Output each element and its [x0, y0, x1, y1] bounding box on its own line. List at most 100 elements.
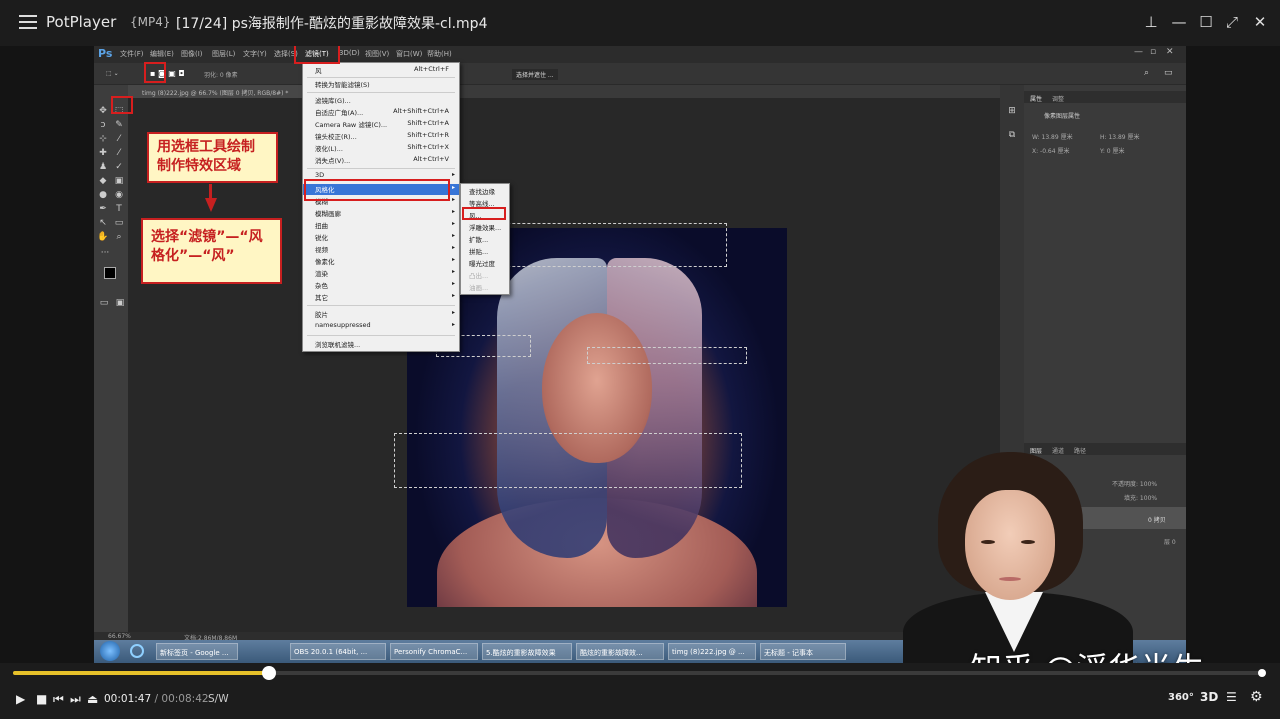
foreground-color-swatch[interactable] [104, 267, 116, 279]
filter-menu-item[interactable]: Camera Raw 滤镜(C)... Shift+Ctrl+A [303, 119, 459, 130]
history-panel-icon[interactable]: ⊞ [1006, 105, 1018, 117]
prop-height[interactable]: H: 13.89 厘米 [1100, 132, 1140, 141]
ps-menu-3d[interactable]: 3D(D) [339, 49, 360, 57]
taskbar-item[interactable]: OBS 20.0.1 (64bit, ... [290, 643, 386, 660]
hamburger-menu-icon[interactable] [19, 15, 37, 29]
filter-menu-item[interactable]: 消失点(V)... Alt+Ctrl+V [303, 155, 459, 166]
tab-properties[interactable]: 属性 [1030, 94, 1042, 103]
filter-menu-item[interactable]: 模糊画廊 ▸ [303, 208, 459, 219]
marquee-tool-icon[interactable]: ⬚ ⌄ [106, 70, 119, 77]
stylize-submenu-item[interactable]: 浮雕效果... [461, 222, 509, 233]
stylize-submenu-item[interactable]: 油画... [461, 282, 509, 293]
filter-menu-item[interactable]: 风 Alt+Ctrl+F [303, 65, 459, 76]
ps-menu-window[interactable]: 窗口(W) [396, 49, 422, 59]
minimize-icon[interactable]: — [1169, 12, 1189, 32]
prop-x[interactable]: X: -0.64 厘米 [1032, 146, 1069, 155]
pin-icon[interactable]: ⊥ [1141, 12, 1161, 32]
more-tools-icon[interactable]: ··· [99, 247, 111, 259]
filter-menu-item[interactable]: 滤镜库(G)... [303, 95, 459, 106]
filter-menu-item[interactable]: namesuppressed ▸ [303, 321, 459, 332]
seek-thumb[interactable] [262, 666, 277, 680]
filter-menu-item[interactable]: 像素化 ▸ [303, 256, 459, 267]
close-icon[interactable]: ✕ [1250, 12, 1270, 32]
filter-menu-item[interactable]: 镜头校正(R)... Shift+Ctrl+R [303, 131, 459, 142]
blur-tool-icon[interactable]: ● [97, 189, 109, 201]
prop-y[interactable]: Y: 0 厘米 [1100, 146, 1125, 155]
pen-tool-icon[interactable]: ✒ [97, 203, 109, 215]
taskbar-item[interactable]: 酷炫的重影故障效... [576, 643, 664, 660]
zoom-tool-icon[interactable]: ⌕ [113, 231, 125, 243]
filter-menu-item[interactable]: 自适应广角(A)... Alt+Shift+Ctrl+A [303, 107, 459, 118]
ps-minimize-icon[interactable]: — [1134, 47, 1143, 57]
quick-select-tool-icon[interactable]: ✎ [113, 119, 125, 131]
tab-adjustments[interactable]: 调整 [1052, 94, 1064, 103]
feather-field[interactable]: 羽化: 0 像素 [204, 70, 238, 79]
filter-menu-item[interactable]: 液化(L)... Shift+Ctrl+X [303, 143, 459, 154]
ps-menu-help[interactable]: 帮助(H) [427, 49, 452, 59]
ps-maximize-icon[interactable]: ▫ [1150, 47, 1156, 57]
path-select-tool-icon[interactable]: ↖ [97, 217, 109, 229]
crop-tool-icon[interactable]: ⊹ [97, 133, 109, 145]
lasso-tool-icon[interactable]: ↄ [97, 119, 109, 131]
filter-menu-item[interactable]: 渲染 ▸ [303, 268, 459, 279]
quick-mask-icon[interactable]: ▭ [98, 297, 110, 309]
ps-menu-image[interactable]: 图像(I) [181, 49, 203, 59]
3d-button[interactable]: 3D [1200, 690, 1218, 704]
history-brush-icon[interactable]: ✓ [113, 161, 125, 173]
shape-tool-icon[interactable]: ▭ [113, 217, 125, 229]
filter-menu-item[interactable]: 杂色 ▸ [303, 280, 459, 291]
fullscreen-icon[interactable]: ⤢ [1222, 12, 1242, 32]
healing-tool-icon[interactable]: ✚ [97, 147, 109, 159]
taskbar-item[interactable]: timg (8)222.jpg @ ... [668, 643, 756, 660]
hand-tool-icon[interactable]: ✋ [97, 231, 109, 243]
taskbar-item[interactable]: 新标签页 - Google ... [156, 643, 238, 660]
eyedropper-tool-icon[interactable]: ⁄ [113, 133, 125, 145]
play-icon[interactable]: ▶ [16, 692, 25, 706]
seek-bar[interactable] [13, 666, 1264, 680]
properties-panel-icon[interactable]: ⧉ [1006, 129, 1018, 141]
stylize-submenu-item[interactable]: 扩散... [461, 234, 509, 245]
ps-menu-file[interactable]: 文件(F) [120, 49, 144, 59]
ie-icon[interactable] [130, 644, 144, 658]
type-tool-icon[interactable]: T [113, 203, 125, 215]
select-and-mask-button[interactable]: 选择并遮住 ... [512, 69, 558, 80]
start-button-icon[interactable] [100, 641, 120, 661]
video-area[interactable]: Ps 文件(F) 编辑(E) 图像(I) 图层(L) 文字(Y) 选择(S) 滤… [0, 46, 1280, 663]
maximize-icon[interactable]: ☐ [1196, 12, 1216, 32]
dodge-tool-icon[interactable]: ◉ [113, 189, 125, 201]
ps-menu-edit[interactable]: 编辑(E) [150, 49, 174, 59]
filter-menu-item[interactable]: 浏览联机滤镜... [303, 339, 459, 350]
stamp-tool-icon[interactable]: ♟ [97, 161, 109, 173]
ps-menu-layer[interactable]: 图层(L) [212, 49, 235, 59]
next-icon[interactable]: ⏭ [70, 692, 81, 706]
sw-toggle[interactable]: S/W [208, 693, 229, 705]
workspace-icon[interactable]: ▭ [1164, 68, 1173, 78]
eject-icon[interactable]: ⏏ [87, 692, 98, 706]
filter-menu-item[interactable]: 锐化 ▸ [303, 232, 459, 243]
stylize-submenu-item[interactable]: 曝光过度 [461, 258, 509, 269]
prop-width[interactable]: W: 13.89 厘米 [1032, 132, 1073, 141]
move-tool-icon[interactable]: ✥ [97, 105, 109, 117]
stylize-submenu-item[interactable]: 查找边缘 [461, 186, 509, 197]
filter-menu-item[interactable]: 转换为智能滤镜(S) [303, 79, 459, 90]
ps-search-icon[interactable]: ⌕ [1144, 68, 1149, 78]
filter-menu-item[interactable]: 扭曲 ▸ [303, 220, 459, 231]
ps-close-icon[interactable]: ✕ [1166, 47, 1174, 57]
settings-gear-icon[interactable]: ⚙ [1250, 689, 1263, 705]
filter-menu-item[interactable]: 视频 ▸ [303, 244, 459, 255]
eraser-tool-icon[interactable]: ◆ [97, 175, 109, 187]
taskbar-item[interactable]: Personify ChromaC... [390, 643, 478, 660]
previous-icon[interactable]: ⏮ [53, 692, 64, 706]
screen-mode-icon[interactable]: ▣ [114, 297, 126, 309]
filter-menu-item[interactable]: 胶片 ▸ [303, 309, 459, 320]
stylize-submenu-item[interactable]: 拼贴... [461, 246, 509, 257]
gradient-tool-icon[interactable]: ▣ [113, 175, 125, 187]
taskbar-item[interactable]: 5.酷炫的重影故障效果 [482, 643, 572, 660]
360-button[interactable]: 360° [1168, 692, 1194, 703]
filter-menu-item[interactable]: 其它 ▸ [303, 292, 459, 303]
stylize-submenu-item[interactable]: 凸出... [461, 270, 509, 281]
playlist-icon[interactable]: ☰ [1226, 690, 1237, 704]
ps-menu-type[interactable]: 文字(Y) [243, 49, 267, 59]
brush-tool-icon[interactable]: ⁄ [113, 147, 125, 159]
ps-menu-view[interactable]: 视图(V) [365, 49, 389, 59]
